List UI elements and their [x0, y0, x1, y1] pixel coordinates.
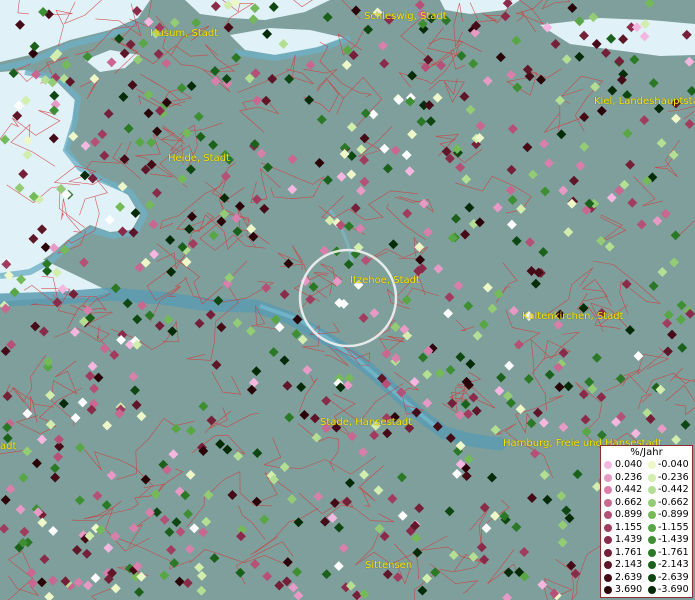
- legend-swatch-positive: [604, 523, 612, 532]
- legend-value-positive: 0.662: [615, 496, 643, 508]
- legend-value-positive: 2.143: [615, 559, 643, 570]
- legend-swatch-negative: [648, 573, 656, 582]
- legend-value-negative: -2.639: [658, 571, 689, 583]
- legend-title: %/Jahr: [630, 447, 663, 458]
- legend-value-negative: -0.040: [658, 459, 689, 470]
- legend-row: 0.236 -0.236: [601, 472, 692, 484]
- map-canvas[interactable]: [0, 0, 695, 600]
- legend-swatch-negative: [648, 511, 656, 519]
- legend-row: 1.761 -1.761: [601, 547, 692, 559]
- legend-value-positive: 0.236: [615, 471, 643, 483]
- legend-swatch-positive: [604, 561, 612, 569]
- legend-value-negative: -1.155: [658, 521, 689, 533]
- legend-value-negative: -1.439: [658, 534, 689, 545]
- legend-value-negative: -0.662: [658, 496, 689, 508]
- legend-swatch-positive: [604, 548, 612, 557]
- legend-swatch-positive: [604, 498, 612, 507]
- legend-swatch-negative: [648, 486, 656, 494]
- legend-swatch-positive: [604, 473, 612, 482]
- legend-value-negative: -0.442: [658, 484, 689, 495]
- legend-swatch-negative: [648, 473, 656, 482]
- legend-row: 3.690 -3.690: [601, 584, 692, 596]
- legend-swatch-positive: [604, 486, 612, 494]
- legend-swatch-positive: [604, 573, 612, 582]
- legend-swatch-positive: [604, 461, 612, 469]
- legend-swatch-negative: [648, 536, 656, 544]
- legend-swatch-positive: [604, 511, 612, 519]
- legend: %/Jahr 0.040 -0.040 0.236 -0.236 0.442 -0.442…: [600, 445, 693, 598]
- legend-row: 0.899 -0.899: [601, 509, 692, 521]
- legend-value-negative: -0.899: [658, 509, 689, 520]
- legend-row: 1.439 -1.439: [601, 534, 692, 546]
- legend-value-negative: -1.761: [658, 546, 689, 558]
- legend-swatch-positive: [604, 536, 612, 544]
- legend-row: 1.155 -1.155: [601, 522, 692, 534]
- legend-row: 0.442 -0.442: [601, 484, 692, 496]
- legend-row: 2.143 -2.143: [601, 559, 692, 571]
- legend-value-positive: 0.442: [615, 484, 643, 495]
- legend-value-positive: 1.439: [615, 534, 643, 545]
- legend-value-positive: 1.761: [615, 546, 643, 558]
- legend-value-positive: 0.899: [615, 509, 643, 520]
- legend-swatch-negative: [648, 586, 656, 594]
- legend-row: 0.040 -0.040: [601, 459, 692, 471]
- legend-value-positive: 0.040: [615, 459, 643, 470]
- legend-value-positive: 2.639: [615, 571, 643, 583]
- legend-row: 2.639 -2.639: [601, 572, 692, 584]
- legend-value-positive: 3.690: [615, 584, 643, 595]
- legend-value-negative: -3.690: [658, 584, 689, 595]
- legend-swatch-negative: [648, 498, 656, 507]
- legend-swatch-negative: [648, 523, 656, 532]
- legend-swatch-negative: [648, 461, 656, 469]
- legend-row: 0.662 -0.662: [601, 497, 692, 509]
- legend-value-positive: 1.155: [615, 521, 643, 533]
- legend-value-negative: -2.143: [658, 559, 689, 570]
- legend-swatch-negative: [648, 561, 656, 569]
- legend-swatch-negative: [648, 548, 656, 557]
- legend-value-negative: -0.236: [658, 471, 689, 483]
- legend-swatch-positive: [604, 586, 612, 594]
